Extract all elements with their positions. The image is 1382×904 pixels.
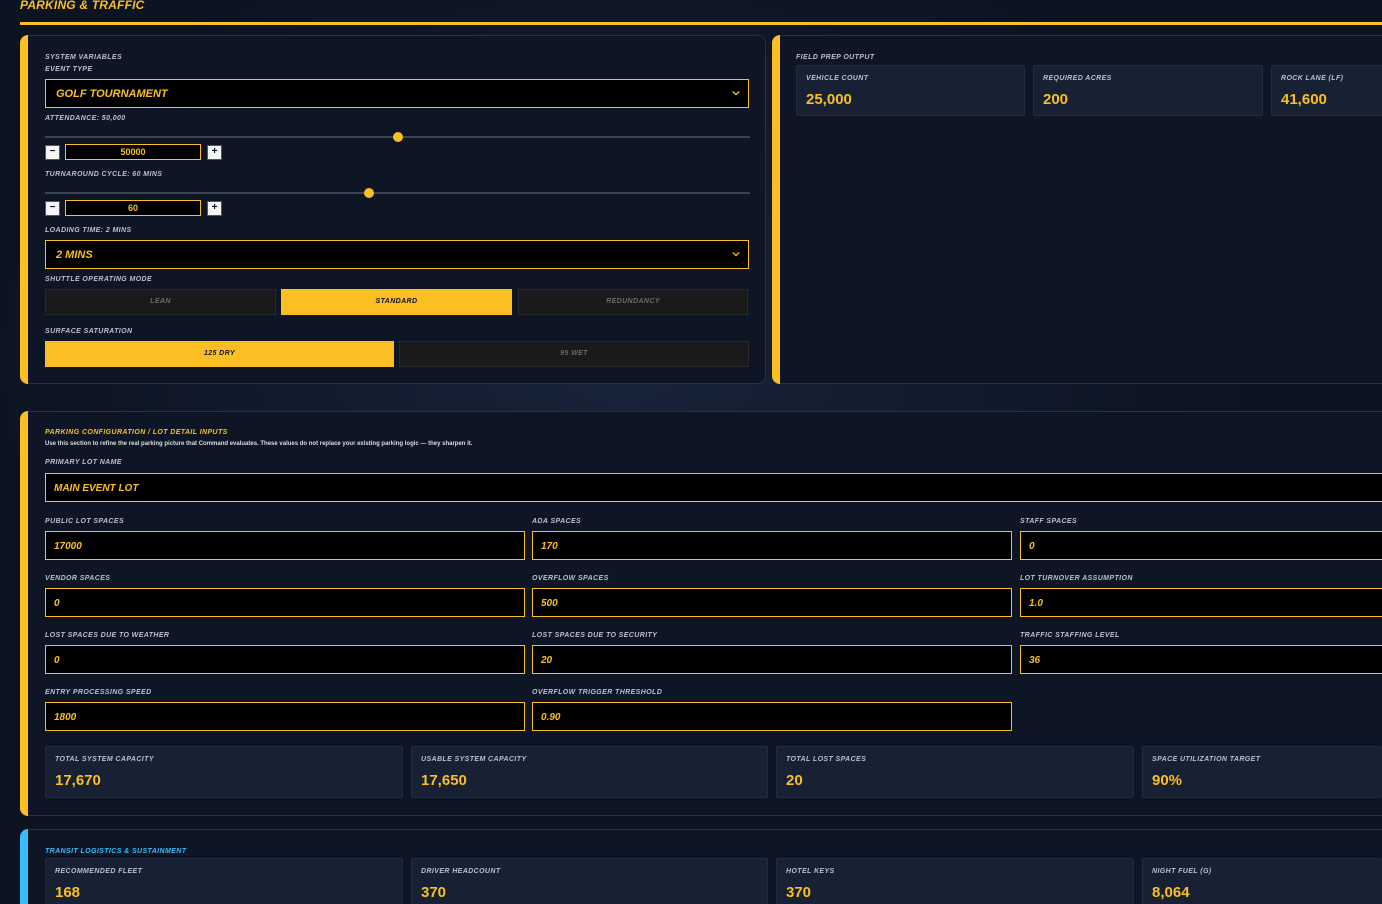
- driver-headcount-value: 370: [421, 884, 447, 901]
- driver-headcount-card: DRIVER HEADCOUNT 370: [411, 858, 768, 904]
- recommended-fleet-card: RECOMMENDED FLEET 168: [45, 858, 403, 904]
- chevron-down-icon: [732, 251, 740, 257]
- traffic-staffing-label: TRAFFIC STAFFING LEVEL: [1020, 632, 1120, 639]
- rock-lane-value: 41,600: [1281, 91, 1327, 108]
- field-prep-title: FIELD PREP OUTPUT: [796, 54, 875, 61]
- utilization-target-card: SPACE UTILIZATION TARGET 90%: [1142, 746, 1382, 798]
- night-fuel-card: NIGHT FUEL (G) 8,064: [1142, 858, 1382, 904]
- page-title: PARKING & TRAFFIC: [20, 0, 145, 12]
- turnaround-label: TURNAROUND CYCLE: 60 MINS: [45, 171, 163, 178]
- attendance-input[interactable]: 50000: [65, 144, 201, 160]
- overflow-threshold-input[interactable]: 0.90: [532, 702, 1012, 731]
- recommended-fleet-value: 168: [55, 884, 81, 901]
- driver-headcount-label: DRIVER HEADCOUNT: [421, 868, 501, 875]
- night-fuel-value: 8,064: [1152, 884, 1190, 901]
- primary-lot-input[interactable]: MAIN EVENT LOT: [45, 473, 1382, 502]
- lot-turnover-label: LOT TURNOVER ASSUMPTION: [1020, 575, 1133, 582]
- surface-option-dry[interactable]: 125 DRY: [45, 341, 394, 367]
- entry-speed-input[interactable]: 1800: [45, 702, 525, 731]
- utilization-target-label: SPACE UTILIZATION TARGET: [1152, 756, 1261, 763]
- hotel-keys-label: HOTEL KEYS: [786, 868, 835, 875]
- public-lot-spaces-label: PUBLIC LOT SPACES: [45, 518, 125, 525]
- total-lost-card: TOTAL LOST SPACES 20: [776, 746, 1134, 798]
- shuttle-mode-redundancy[interactable]: REDUNDANCY: [518, 289, 748, 315]
- hotel-keys-card: HOTEL KEYS 370: [776, 858, 1134, 904]
- total-capacity-label: TOTAL SYSTEM CAPACITY: [55, 756, 154, 763]
- lost-weather-label: LOST SPACES DUE TO WEATHER: [45, 632, 170, 639]
- recommended-fleet-label: RECOMMENDED FLEET: [55, 868, 143, 875]
- shuttle-mode-standard[interactable]: STANDARD: [281, 289, 512, 315]
- attendance-increment-button[interactable]: +: [207, 145, 222, 160]
- turnaround-input[interactable]: 60: [65, 200, 201, 216]
- loading-time-value: 2 MINS: [56, 249, 93, 261]
- hotel-keys-value: 370: [786, 884, 812, 901]
- loading-time-select[interactable]: 2 MINS: [45, 240, 749, 269]
- parking-config-note: Use this section to refine the real park…: [45, 441, 473, 447]
- primary-lot-label: PRIMARY LOT NAME: [45, 459, 122, 466]
- usable-capacity-value: 17,650: [421, 772, 467, 789]
- entry-speed-label: ENTRY PROCESSING SPEED: [45, 689, 152, 696]
- system-variables-title: SYSTEM VARIABLES: [45, 54, 123, 61]
- vehicle-count-card: VEHICLE COUNT 25,000: [796, 65, 1025, 116]
- overflow-spaces-input[interactable]: 500: [532, 588, 1012, 617]
- night-fuel-label: NIGHT FUEL (G): [1152, 868, 1212, 875]
- shuttle-mode-label: SHUTTLE OPERATING MODE: [45, 276, 153, 283]
- turnaround-slider[interactable]: [45, 192, 750, 194]
- loading-time-label: LOADING TIME: 2 MINS: [45, 227, 132, 234]
- event-type-value: GOLF TOURNAMENT: [56, 88, 168, 100]
- rock-lane-label: ROCK LANE (LF): [1281, 75, 1344, 82]
- parking-config-title: PARKING CONFIGURATION / LOT DETAIL INPUT…: [45, 429, 228, 436]
- lost-security-input[interactable]: 20: [532, 645, 1012, 674]
- vehicle-count-label: VEHICLE COUNT: [806, 75, 869, 82]
- total-capacity-card: TOTAL SYSTEM CAPACITY 17,670: [45, 746, 403, 798]
- shuttle-mode-lean[interactable]: LEAN: [45, 289, 276, 315]
- usable-capacity-card: USABLE SYSTEM CAPACITY 17,650: [411, 746, 768, 798]
- staff-spaces-input[interactable]: 0: [1020, 531, 1382, 560]
- total-lost-label: TOTAL LOST SPACES: [786, 756, 867, 763]
- rock-lane-card: ROCK LANE (LF) 41,600: [1271, 65, 1382, 116]
- transit-title: TRANSIT LOGISTICS & SUSTAINMENT: [45, 848, 187, 855]
- event-type-select[interactable]: GOLF TOURNAMENT: [45, 79, 749, 108]
- attendance-decrement-button[interactable]: −: [45, 145, 60, 160]
- total-lost-value: 20: [786, 772, 803, 789]
- lot-turnover-input[interactable]: 1.0: [1020, 588, 1382, 617]
- total-capacity-value: 17,670: [55, 772, 101, 789]
- vendor-spaces-label: VENDOR SPACES: [45, 575, 111, 582]
- required-acres-value: 200: [1043, 91, 1069, 108]
- traffic-staffing-input[interactable]: 36: [1020, 645, 1382, 674]
- required-acres-card: REQUIRED ACRES 200: [1033, 65, 1263, 116]
- attendance-slider-thumb[interactable]: [392, 132, 403, 142]
- turnaround-decrement-button[interactable]: −: [45, 201, 60, 216]
- event-type-label: EVENT TYPE: [45, 66, 93, 73]
- header-rule: [20, 22, 1382, 25]
- required-acres-label: REQUIRED ACRES: [1043, 75, 1112, 82]
- overflow-spaces-label: OVERFLOW SPACES: [532, 575, 609, 582]
- chevron-down-icon: [732, 90, 740, 96]
- overflow-threshold-label: OVERFLOW TRIGGER THRESHOLD: [532, 689, 663, 696]
- vendor-spaces-input[interactable]: 0: [45, 588, 525, 617]
- surface-option-wet[interactable]: 95 WET: [399, 341, 749, 367]
- ada-spaces-label: ADA SPACES: [532, 518, 582, 525]
- turnaround-increment-button[interactable]: +: [207, 201, 222, 216]
- utilization-target-value: 90%: [1152, 772, 1183, 789]
- vehicle-count-value: 25,000: [806, 91, 852, 108]
- surface-saturation-label: SURFACE SATURATION: [45, 328, 133, 335]
- ada-spaces-input[interactable]: 170: [532, 531, 1012, 560]
- staff-spaces-label: STAFF SPACES: [1020, 518, 1078, 525]
- lost-security-label: LOST SPACES DUE TO SECURITY: [532, 632, 658, 639]
- usable-capacity-label: USABLE SYSTEM CAPACITY: [421, 756, 527, 763]
- public-lot-spaces-input[interactable]: 17000: [45, 531, 525, 560]
- lost-weather-input[interactable]: 0: [45, 645, 525, 674]
- attendance-label: ATTENDANCE: 50,000: [45, 115, 126, 122]
